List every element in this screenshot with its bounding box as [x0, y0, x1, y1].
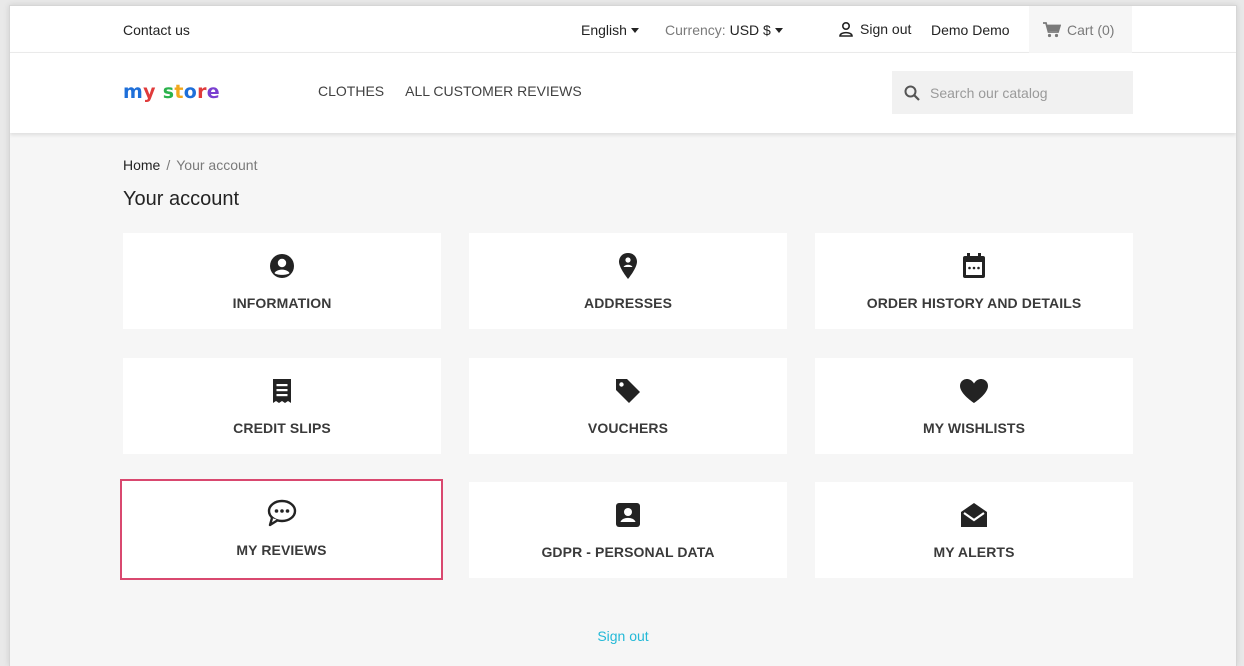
sign-out-top-link[interactable]: Sign out [838, 21, 911, 37]
logo-letter: r [197, 81, 207, 103]
cart-label: Cart (0) [1067, 21, 1115, 38]
nav-item-clothes[interactable]: CLOTHES [318, 83, 384, 99]
currency-selector[interactable]: Currency: USD $ [665, 22, 783, 38]
logo-letter: m [123, 81, 144, 103]
logo-letter: e [206, 81, 220, 103]
tile-vouchers[interactable]: VOUCHERS [469, 358, 787, 454]
logo-letter: s [162, 81, 175, 103]
tile-label: VOUCHERS [587, 420, 669, 436]
account-name-link[interactable]: Demo Demo [931, 22, 1010, 38]
breadcrumb-home[interactable]: Home [123, 157, 160, 173]
chevron-down-icon [630, 27, 639, 33]
search-icon[interactable] [904, 85, 920, 101]
tile-label: MY WISHLISTS [922, 420, 1026, 436]
browser-frame: Contact us English Currency: USD $ Sign … [9, 5, 1237, 666]
tile-order-history[interactable]: ORDER HISTORY AND DETAILS [815, 233, 1133, 329]
logo-letter: t [174, 81, 184, 103]
site-header: my store CLOTHES ALL CUSTOMER REVIEWS [10, 53, 1236, 133]
tile-label: ADDRESSES [583, 295, 673, 311]
tile-label: CREDIT SLIPS [233, 420, 331, 436]
breadcrumb: Home / Your account [123, 157, 257, 173]
tile-label: MY REVIEWS [236, 542, 327, 558]
heart-icon [959, 376, 989, 406]
tile-label: MY ALERTS [933, 544, 1015, 560]
main-navigation: CLOTHES ALL CUSTOMER REVIEWS [318, 83, 582, 99]
sign-out-link[interactable]: Sign out [10, 628, 1236, 644]
currency-label: Currency: [665, 22, 726, 38]
top-bar: Contact us English Currency: USD $ Sign … [10, 6, 1236, 53]
chevron-down-icon [774, 27, 783, 33]
tile-addresses[interactable]: ADDRESSES [469, 233, 787, 329]
tile-credit-slips[interactable]: CREDIT SLIPS [123, 358, 441, 454]
language-selector[interactable]: English [581, 22, 639, 38]
store-logo[interactable]: my store [123, 81, 220, 103]
search-input[interactable] [930, 84, 1110, 101]
language-label: English [581, 22, 627, 38]
receipt-icon [272, 376, 292, 406]
cart-icon [1043, 21, 1061, 37]
tile-my-reviews[interactable]: MY REVIEWS [120, 479, 443, 580]
tile-label: INFORMATION [232, 295, 332, 311]
breadcrumb-current: Your account [176, 157, 258, 173]
location-pin-icon [618, 251, 638, 281]
sign-out-label: Sign out [860, 21, 912, 37]
calendar-icon [961, 251, 987, 281]
page-title: Your account [123, 188, 240, 210]
cart-button[interactable]: Cart (0) [1029, 6, 1132, 53]
tag-icon [614, 376, 642, 406]
tile-gdpr-personal-data[interactable]: GDPR - PERSONAL DATA [469, 482, 787, 578]
tile-label: GDPR - PERSONAL DATA [541, 544, 715, 560]
search-box [892, 71, 1133, 114]
tile-my-alerts[interactable]: MY ALERTS [815, 482, 1133, 578]
tile-label: ORDER HISTORY AND DETAILS [866, 295, 1082, 311]
logo-letter: y [143, 81, 156, 103]
currency-value: USD $ [729, 22, 771, 38]
breadcrumb-separator: / [166, 157, 171, 173]
user-icon [839, 21, 853, 37]
contact-us-link[interactable]: Contact us [123, 22, 190, 38]
tile-my-wishlists[interactable]: MY WISHLISTS [815, 358, 1133, 454]
chat-bubble-icon [267, 498, 297, 528]
contact-card-icon [615, 500, 641, 530]
tile-information[interactable]: INFORMATION [123, 233, 441, 329]
logo-letter: o [183, 81, 198, 103]
account-circle-icon [269, 251, 295, 281]
nav-item-all-customer-reviews[interactable]: ALL CUSTOMER REVIEWS [405, 83, 582, 99]
logo-letter [156, 81, 163, 103]
open-envelope-icon [960, 500, 988, 530]
